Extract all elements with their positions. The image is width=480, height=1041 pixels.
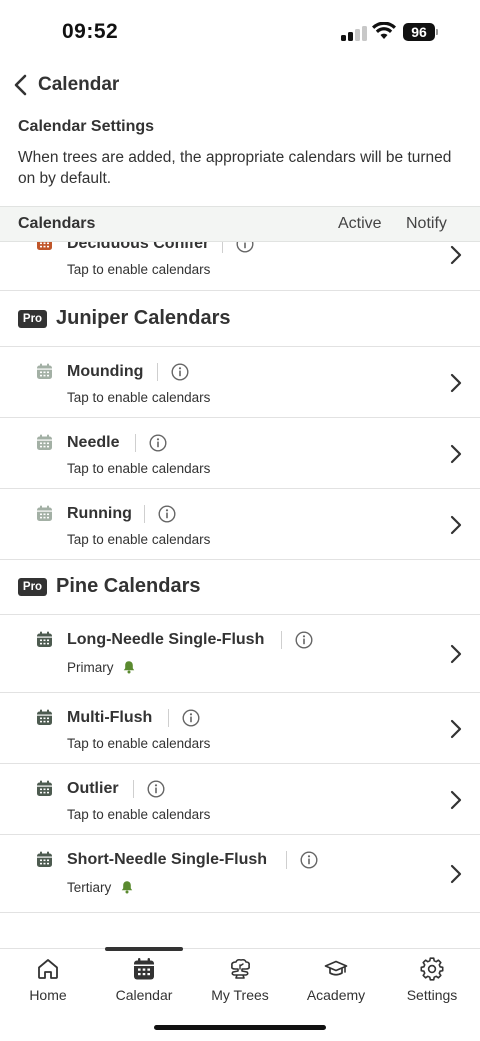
chevron-left-icon[interactable]	[10, 70, 34, 100]
notification-level: Tertiary	[67, 880, 112, 895]
home-indicator	[154, 1025, 326, 1030]
calendar-icon	[37, 505, 52, 521]
home-icon	[38, 959, 58, 979]
calendar-row-title: Long-Needle Single-Flush	[67, 631, 265, 648]
chevron-right-icon	[450, 644, 462, 664]
info-icon[interactable]	[171, 363, 189, 381]
info-icon[interactable]	[158, 505, 176, 523]
calendar-row-status: Tap to enable calendars	[67, 532, 211, 547]
calendar-row-title: Running	[67, 505, 132, 522]
nav-header: Calendar	[0, 64, 480, 106]
status-time: 09:52	[62, 20, 119, 43]
tab-home[interactable]: Home	[0, 949, 96, 1009]
calendar-row-status: Tap to enable calendars	[67, 736, 211, 751]
calendar-list[interactable]: Deciduous Conifer Tap to enable calendar…	[0, 242, 480, 948]
calendar-row-multi-flush[interactable]: Multi-Flush Tap to enable calendars	[0, 693, 480, 764]
calendar-row-title: Outlier	[67, 780, 119, 797]
calendar-row-mounding[interactable]: Mounding Tap to enable calendars	[0, 347, 480, 418]
calendar-row-long-needle-single-flush[interactable]: Long-Needle Single-Flush Primary	[0, 615, 480, 693]
chevron-right-icon	[450, 864, 462, 884]
calendar-row-short-needle-single-flush[interactable]: Short-Needle Single-Flush Tertiary	[0, 835, 480, 913]
table-header: Calendars Active Notify	[0, 206, 480, 242]
calendar-row-deciduous-conifer[interactable]: Deciduous Conifer Tap to enable calendar…	[0, 242, 480, 291]
chevron-right-icon	[450, 245, 462, 265]
battery-level: 96	[403, 23, 435, 41]
tab-label: Academy	[306, 987, 366, 1003]
notification-level: Primary	[67, 660, 114, 675]
calendar-icon	[37, 363, 52, 379]
cellular-signal-icon	[341, 25, 367, 41]
chevron-right-icon	[450, 373, 462, 393]
status-bar: 09:52 96	[0, 0, 480, 64]
calendar-row-title: Multi-Flush	[67, 709, 153, 726]
calendar-icon	[37, 434, 52, 450]
section-header-pine: Pro Pine Calendars	[0, 559, 480, 615]
calendar-icon	[37, 242, 52, 250]
tab-settings[interactable]: Settings	[384, 949, 480, 1009]
calendar-row-status: Tertiary	[67, 880, 134, 895]
tab-label: Settings	[406, 987, 458, 1003]
column-header-calendars: Calendars	[18, 215, 96, 232]
calendar-row-outlier[interactable]: Outlier Tap to enable calendars	[0, 764, 480, 835]
calendar-row-title: Short-Needle Single-Flush	[67, 851, 268, 868]
settings-description: When trees are added, the appropriate ca…	[18, 149, 452, 187]
pro-badge: Pro	[18, 310, 47, 328]
info-icon[interactable]	[182, 709, 200, 727]
calendar-row-status: Primary	[67, 660, 136, 675]
calendar-icon	[37, 851, 52, 867]
pro-badge: Pro	[18, 578, 47, 596]
calendar-row-title: Deciduous Conifer	[67, 242, 210, 252]
tab-label: Home	[29, 987, 67, 1003]
section-title: Pine Calendars	[56, 575, 201, 597]
tab-calendar[interactable]: Calendar	[96, 949, 192, 1009]
gear-icon	[420, 957, 444, 981]
tab-label: Calendar	[115, 987, 173, 1003]
calendar-row-running[interactable]: Running Tap to enable calendars	[0, 489, 480, 560]
calendar-row-status: Tap to enable calendars	[67, 807, 211, 822]
column-header-notify: Notify	[406, 215, 447, 232]
chevron-right-icon	[450, 444, 462, 464]
calendar-row-title: Needle	[67, 434, 120, 451]
calendar-icon	[37, 709, 52, 725]
calendar-icon	[37, 780, 52, 796]
chevron-right-icon	[450, 719, 462, 739]
bell-icon	[124, 661, 135, 674]
tab-my-trees[interactable]: My Trees	[192, 949, 288, 1009]
column-header-active: Active	[338, 215, 382, 232]
battery-icon: 96	[403, 23, 438, 41]
calendar-row-status: Tap to enable calendars	[67, 461, 211, 476]
calendar-icon	[134, 958, 154, 980]
calendar-row-status: Tap to enable calendars	[67, 390, 211, 405]
section-title: Juniper Calendars	[56, 307, 231, 329]
calendar-row-title: Mounding	[67, 363, 144, 380]
info-icon[interactable]	[147, 780, 165, 798]
tab-label: My Trees	[211, 987, 269, 1003]
bell-icon	[121, 881, 133, 894]
chevron-right-icon	[450, 790, 462, 810]
calendar-row-status: Tap to enable calendars	[67, 262, 211, 277]
info-icon[interactable]	[236, 242, 254, 253]
trees-icon	[231, 958, 250, 979]
tab-academy[interactable]: Academy	[288, 949, 384, 1009]
chevron-right-icon	[450, 515, 462, 535]
page-title: Calendar	[38, 74, 120, 95]
info-icon[interactable]	[300, 851, 318, 869]
wifi-icon	[372, 22, 396, 39]
section-header-juniper: Pro Juniper Calendars	[0, 291, 480, 347]
calendar-icon	[37, 631, 52, 647]
info-icon[interactable]	[295, 631, 313, 649]
graduation-cap-icon	[324, 960, 348, 976]
settings-title: Calendar Settings	[18, 118, 155, 135]
calendar-row-needle[interactable]: Needle Tap to enable calendars	[0, 418, 480, 489]
info-icon[interactable]	[149, 434, 167, 452]
